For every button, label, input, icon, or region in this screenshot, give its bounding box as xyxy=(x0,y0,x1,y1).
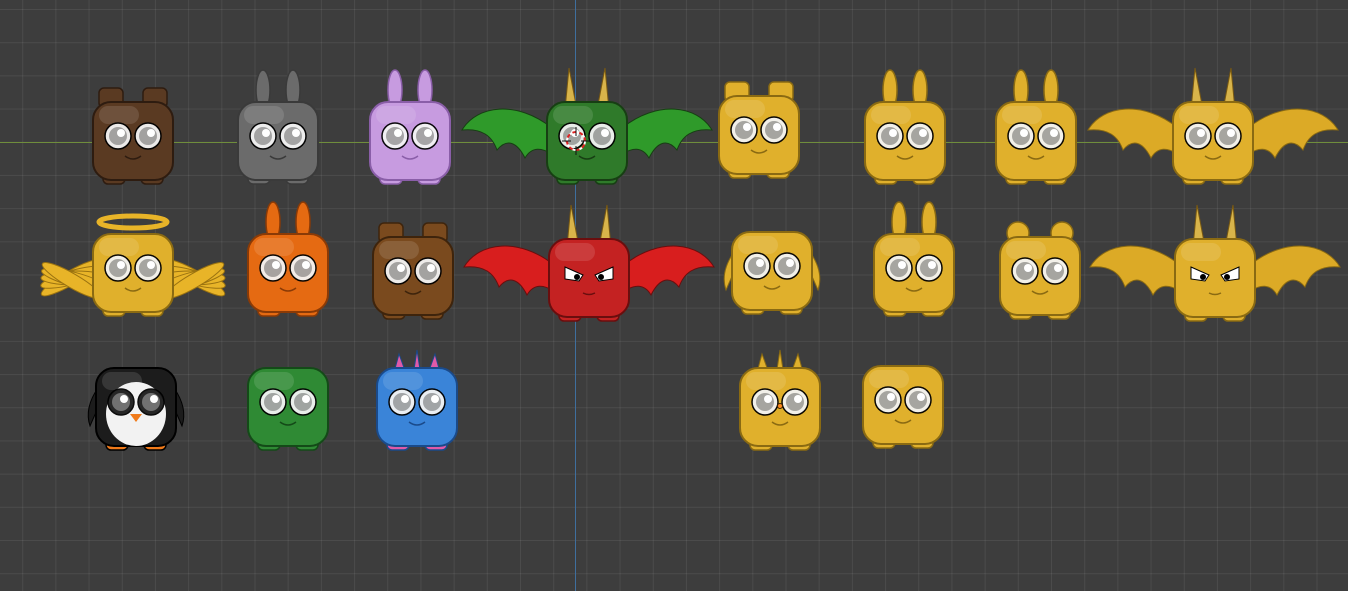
creature-gold-blob[interactable] xyxy=(862,365,1033,484)
3d-viewport[interactable] xyxy=(0,0,1348,591)
creature-gold-demon[interactable] xyxy=(1089,204,1345,357)
3d-cursor-icon[interactable] xyxy=(562,127,590,159)
object-origin-dot xyxy=(777,403,783,409)
creature-blue-unicorn[interactable] xyxy=(376,349,547,486)
